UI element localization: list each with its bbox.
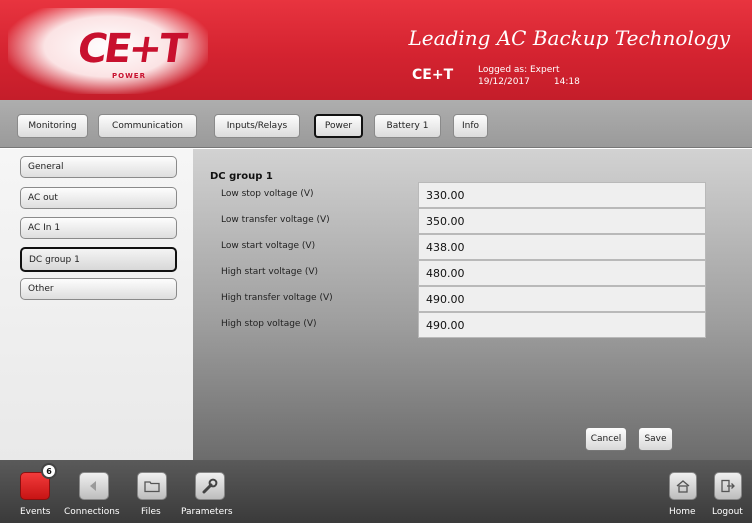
login-info: Logged as: Expert 19/12/2017 14:18 bbox=[478, 64, 580, 88]
tab-battery-1[interactable]: Battery 1 bbox=[374, 114, 441, 138]
header: CE+T POWER Leading AC Backup Technology … bbox=[0, 0, 752, 100]
tab-monitoring[interactable]: Monitoring bbox=[17, 114, 88, 138]
home-label: Home bbox=[669, 507, 696, 517]
low-transfer-voltage-label: Low transfer voltage (V) bbox=[221, 215, 330, 225]
low-transfer-voltage-field[interactable]: 350.00 bbox=[418, 208, 706, 234]
parameters-label: Parameters bbox=[181, 507, 233, 517]
logged-as: Logged as: Expert bbox=[478, 65, 560, 75]
logo-text: CE+T bbox=[74, 26, 187, 72]
tab-power[interactable]: Power bbox=[314, 114, 363, 138]
files-label: Files bbox=[141, 507, 161, 517]
low-start-voltage-field[interactable]: 438.00 bbox=[418, 234, 706, 260]
connections-button[interactable] bbox=[79, 472, 109, 500]
logout-icon bbox=[721, 479, 735, 493]
date: 19/12/2017 bbox=[478, 77, 530, 87]
low-stop-voltage-label: Low stop voltage (V) bbox=[221, 189, 314, 199]
events-label: Events bbox=[20, 507, 51, 517]
home-button[interactable] bbox=[669, 472, 697, 500]
high-stop-voltage-label: High stop voltage (V) bbox=[221, 319, 317, 329]
cancel-button[interactable]: Cancel bbox=[585, 427, 627, 451]
low-stop-voltage-field[interactable]: 330.00 bbox=[418, 182, 706, 208]
connections-icon bbox=[90, 481, 96, 491]
brand-name: CE+T bbox=[412, 67, 454, 83]
tagline: Leading AC Backup Technology bbox=[408, 26, 730, 50]
main-panel: DC group 1 Low stop voltage (V) 330.00 L… bbox=[193, 149, 752, 460]
sidebar-item-dc-group-1[interactable]: DC group 1 bbox=[20, 247, 177, 272]
high-stop-voltage-field[interactable]: 490.00 bbox=[418, 312, 706, 338]
section-title: DC group 1 bbox=[210, 171, 273, 182]
time: 14:18 bbox=[553, 77, 580, 87]
high-transfer-voltage-field[interactable]: 490.00 bbox=[418, 286, 706, 312]
save-button[interactable]: Save bbox=[638, 427, 673, 451]
wrench-icon bbox=[202, 478, 218, 494]
tab-inputs-relays[interactable]: Inputs/Relays bbox=[214, 114, 300, 138]
tab-bar: Monitoring Communication Inputs/Relays P… bbox=[0, 100, 752, 148]
sidebar: General AC out AC In 1 DC group 1 Other bbox=[0, 149, 193, 460]
tab-info[interactable]: Info bbox=[453, 114, 488, 138]
events-count-badge: 6 bbox=[41, 463, 57, 479]
sidebar-item-general[interactable]: General bbox=[20, 156, 177, 178]
tab-communication[interactable]: Communication bbox=[98, 114, 197, 138]
logo-subtext: POWER bbox=[112, 72, 146, 80]
high-transfer-voltage-label: High transfer voltage (V) bbox=[221, 293, 333, 303]
parameters-button[interactable] bbox=[195, 472, 225, 500]
home-icon bbox=[676, 480, 690, 493]
high-start-voltage-field[interactable]: 480.00 bbox=[418, 260, 706, 286]
logout-button[interactable] bbox=[714, 472, 742, 500]
low-start-voltage-label: Low start voltage (V) bbox=[221, 241, 316, 251]
high-start-voltage-label: High start voltage (V) bbox=[221, 267, 319, 277]
logout-label: Logout bbox=[712, 507, 743, 517]
files-button[interactable] bbox=[137, 472, 167, 500]
logo: CE+T POWER bbox=[8, 8, 208, 94]
bottom-bar: 6 Events Connections Files Parameters Ho… bbox=[0, 460, 752, 523]
folder-icon bbox=[144, 481, 160, 493]
sidebar-item-ac-in-1[interactable]: AC In 1 bbox=[20, 217, 177, 239]
connections-label: Connections bbox=[64, 507, 120, 517]
sidebar-item-other[interactable]: Other bbox=[20, 278, 177, 300]
sidebar-item-ac-out[interactable]: AC out bbox=[20, 187, 177, 209]
